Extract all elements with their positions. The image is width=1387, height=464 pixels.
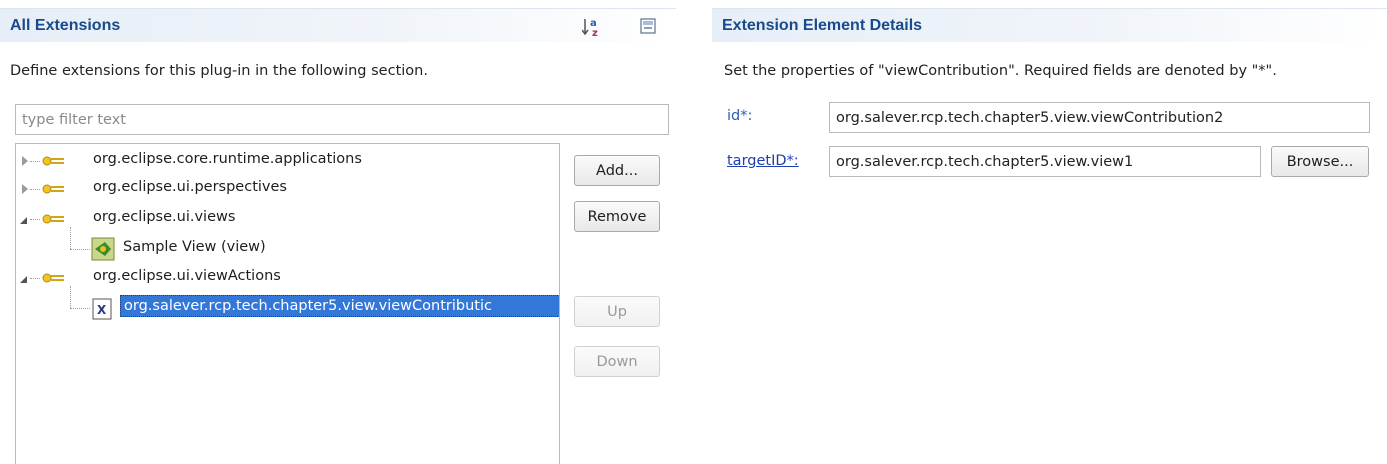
- remove-button[interactable]: Remove: [574, 201, 660, 232]
- svg-text:z: z: [592, 28, 598, 38]
- collapse-icon[interactable]: [20, 276, 27, 283]
- expand-icon[interactable]: [22, 156, 28, 166]
- extension-element-details-header: Extension Element Details: [712, 8, 1387, 42]
- down-button[interactable]: Down: [574, 346, 660, 377]
- extension-point-icon: [40, 211, 66, 231]
- tree-item-extension-point[interactable]: org.eclipse.ui.views: [16, 205, 556, 233]
- filter-input[interactable]: [15, 104, 669, 135]
- svg-text:X: X: [97, 303, 107, 317]
- add-button[interactable]: Add...: [574, 155, 660, 186]
- tree-item-view-contribution[interactable]: X org.salever.rcp.tech.chapter5.view.vie…: [16, 286, 559, 324]
- sort-alphabetically-icon[interactable]: a z: [581, 16, 602, 39]
- target-id-field[interactable]: [829, 146, 1261, 177]
- all-extensions-header: All Extensions a z: [0, 8, 676, 42]
- expand-icon[interactable]: [22, 184, 28, 194]
- collapse-icon[interactable]: [20, 217, 27, 224]
- extension-point-icon: [40, 181, 66, 201]
- tree-item-label: org.salever.rcp.tech.chapter5.view.viewC…: [120, 295, 559, 317]
- browse-button[interactable]: Browse...: [1271, 146, 1369, 177]
- tree-item-label: org.eclipse.core.runtime.applications: [93, 151, 362, 167]
- collapse-all-icon[interactable]: [640, 18, 656, 34]
- id-label: id*:: [727, 108, 753, 124]
- tree-item-extension-point[interactable]: org.eclipse.core.runtime.applications: [16, 147, 556, 175]
- tree-item-label: Sample View (view): [123, 239, 266, 255]
- tree-item-view[interactable]: Sample View (view): [16, 227, 556, 265]
- target-id-link[interactable]: targetID*:: [727, 153, 799, 169]
- details-description: Set the properties of "viewContribution"…: [724, 63, 1277, 79]
- tree-item-label: org.eclipse.ui.perspectives: [93, 179, 287, 195]
- extensions-tree[interactable]: org.eclipse.core.runtime.applications or…: [15, 143, 560, 464]
- all-extensions-title: All Extensions: [10, 17, 121, 34]
- tree-item-extension-point[interactable]: org.eclipse.ui.viewActions: [16, 264, 556, 292]
- extension-point-icon: [40, 270, 66, 290]
- all-extensions-description: Define extensions for this plug-in in th…: [10, 63, 428, 79]
- id-field[interactable]: [829, 102, 1370, 133]
- up-button[interactable]: Up: [574, 296, 660, 327]
- view-icon: [91, 237, 115, 265]
- extension-point-icon: [40, 153, 66, 173]
- tree-item-label: org.eclipse.ui.views: [93, 209, 236, 225]
- tree-item-extension-point[interactable]: org.eclipse.ui.perspectives: [16, 175, 556, 203]
- extension-element-details-title: Extension Element Details: [722, 17, 923, 34]
- tree-item-label: org.eclipse.ui.viewActions: [93, 268, 281, 284]
- xml-element-icon: X: [92, 298, 112, 324]
